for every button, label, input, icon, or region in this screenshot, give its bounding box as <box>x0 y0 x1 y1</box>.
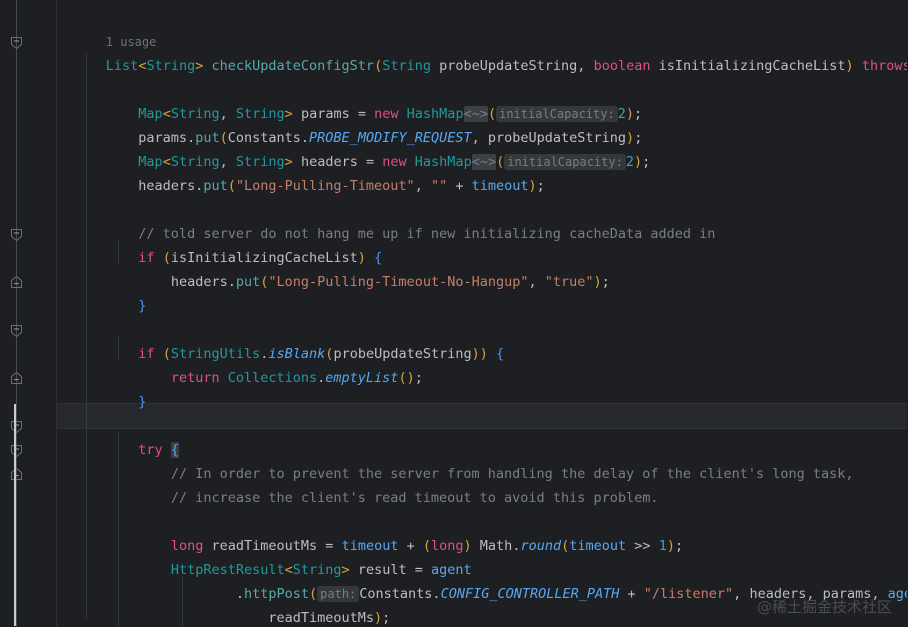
code-line-headers-put-timeout[interactable]: headers.put("Long-Pulling-Timeout", "" +… <box>0 150 908 174</box>
token-param-is-init: isInitializingCacheList <box>659 58 846 74</box>
fold-rail-line <box>16 0 17 627</box>
execution-point-bar <box>14 404 16 626</box>
fold-marker-expand-inner-block-end[interactable] <box>8 466 25 483</box>
token-space <box>203 58 211 74</box>
code-line-try[interactable]: try { <box>0 414 908 438</box>
token-plus: + <box>447 178 471 194</box>
token-var-timeout: timeout <box>472 178 529 194</box>
code-line-http-post[interactable]: .httpPost(path:Constants.CONFIG_CONTROLL… <box>0 558 908 582</box>
fold-marker-expand-if-blank-block-end[interactable] <box>8 370 25 387</box>
token-space <box>650 58 658 74</box>
code-editor[interactable]: 1 usage List<String> checkUpdateConfigSt… <box>0 0 908 627</box>
fold-marker-expand-if-block-end[interactable] <box>8 274 25 291</box>
token-indent <box>106 490 171 506</box>
token-paren-open: ( <box>228 178 236 194</box>
token-semicolon: ; <box>382 610 390 626</box>
gutter-separator <box>56 0 57 627</box>
token-param-type-string: String <box>382 58 431 74</box>
code-line-headers-decl[interactable]: Map<String, String> headers = new HashMa… <box>0 126 908 150</box>
token-indent <box>106 178 139 194</box>
token-paren-close: ) <box>846 58 854 74</box>
token-var-read-timeout-ms: readTimeoutMs <box>268 610 374 626</box>
token-comma: , <box>577 58 593 74</box>
code-line-http-rest-result[interactable]: HttpRestResult<String> result = agent <box>0 534 908 558</box>
code-line-if-string-utils-blank[interactable]: if (StringUtils.isBlank(probeUpdateStrin… <box>0 318 908 342</box>
token-space <box>854 58 862 74</box>
code-line-method-signature[interactable]: List<String> checkUpdateConfigStr(String… <box>0 30 908 54</box>
token-indent <box>106 394 139 410</box>
code-line-params-decl[interactable]: Map<String, String> params = new HashMap… <box>0 78 908 102</box>
token-method-put: put <box>203 178 227 194</box>
code-content[interactable]: 1 usage List<String> checkUpdateConfigSt… <box>0 0 908 627</box>
fold-marker-collapse-if-blank-block[interactable] <box>8 322 25 339</box>
token-type-string: String <box>146 58 195 74</box>
token-brace-close: } <box>138 394 146 410</box>
code-line-if-blank-close-brace[interactable]: } <box>0 366 908 390</box>
fold-marker-collapse-inner-block[interactable] <box>8 442 25 459</box>
fold-marker-collapse-try-block[interactable] <box>8 418 25 435</box>
code-line-headers-put-no-hangup[interactable]: headers.put("Long-Pulling-Timeout-No-Han… <box>0 246 908 270</box>
code-line-params-put[interactable]: params.put(Constants.PROBE_MODIFY_REQUES… <box>0 102 908 126</box>
token-keyword-throws: throws <box>862 58 908 74</box>
code-line-usage-hint: 1 usage <box>0 6 908 30</box>
fold-marker-collapse-if-block[interactable] <box>8 226 25 243</box>
token-indent <box>106 298 139 314</box>
code-line-comment-increase[interactable]: // increase the client's read timeout to… <box>0 462 908 486</box>
code-line-comment-told-server[interactable]: // told server do not hang me up if new … <box>0 198 908 222</box>
token-var-headers: headers <box>138 178 195 194</box>
token-paren-close: ) <box>374 610 382 626</box>
comment-increase-read-timeout: // increase the client's read timeout to… <box>171 490 659 506</box>
fold-marker-collapse-method[interactable] <box>8 34 25 51</box>
code-line-comment-in-order[interactable]: // In order to prevent the server from h… <box>0 438 908 462</box>
token-keyword-boolean: boolean <box>594 58 651 74</box>
code-line-return-empty-list[interactable]: return Collections.emptyList(); <box>0 342 908 366</box>
token-type-list: List <box>106 58 139 74</box>
token-param-probe: probeUpdateString <box>439 58 577 74</box>
token-string-empty: "" <box>431 178 447 194</box>
token-indent <box>106 610 269 626</box>
token-paren-open: ( <box>374 58 382 74</box>
token-semicolon: ; <box>537 178 545 194</box>
token-paren-close: ) <box>529 178 537 194</box>
token-space <box>431 58 439 74</box>
watermark-text: @稀土掘金技术社区 <box>757 596 892 617</box>
code-line-if-is-initializing[interactable]: if (isInitializingCacheList) { <box>0 222 908 246</box>
token-method-name: checkUpdateConfigStr <box>212 58 375 74</box>
editor-gutter[interactable] <box>0 0 57 627</box>
token-comma: , <box>415 178 431 194</box>
code-line-if-close-brace[interactable]: } <box>0 270 908 294</box>
token-string-long-pulling-timeout: "Long-Pulling-Timeout" <box>236 178 415 194</box>
token-brace-close: } <box>138 298 146 314</box>
code-line-read-timeout-ms[interactable]: long readTimeoutMs = timeout + (long) Ma… <box>0 510 908 534</box>
